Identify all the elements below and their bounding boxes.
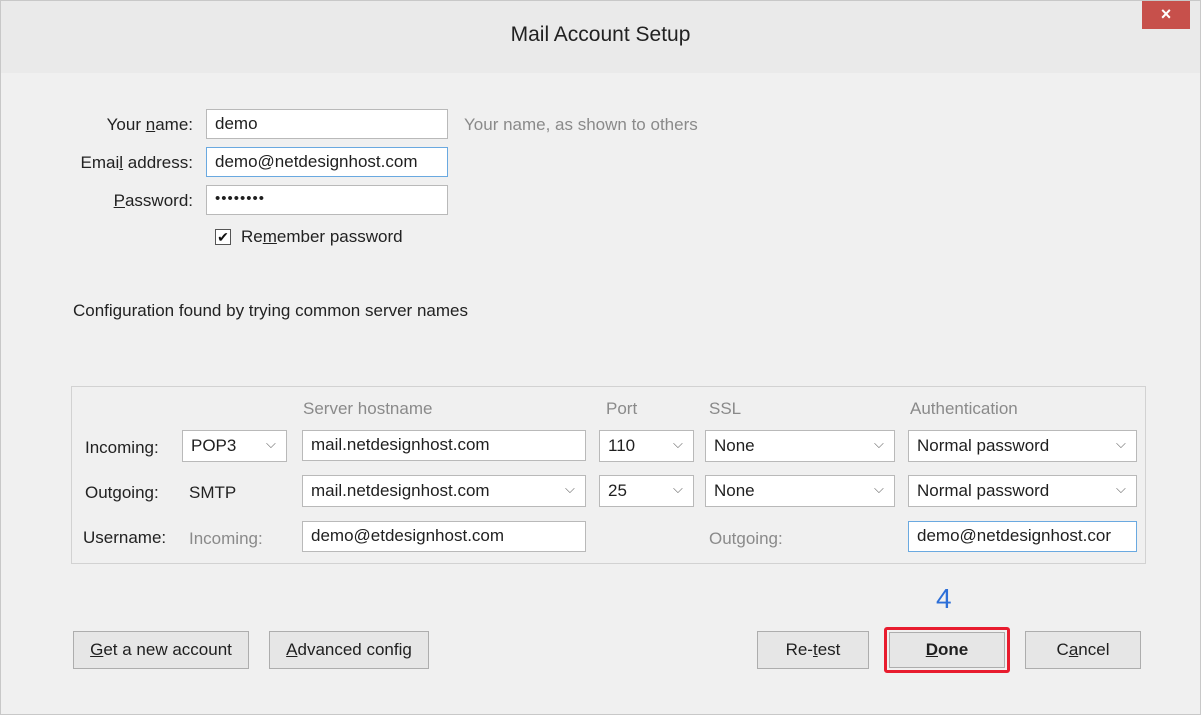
outgoing-label: Outgoing: xyxy=(85,483,159,502)
outgoing-hostname-select[interactable]: mail.netdesignhost.com ⌵ xyxy=(302,475,586,507)
title-bar: Mail Account Setup × xyxy=(1,1,1200,73)
username-outgoing-label: Outgoing: xyxy=(709,529,783,548)
mail-account-setup-dialog: Mail Account Setup × Your name: demo You… xyxy=(0,0,1201,715)
your-name-hint: Your name, as shown to others xyxy=(464,115,698,134)
chevron-down-icon: ⌵ xyxy=(874,436,884,451)
header-ssl: SSL xyxy=(709,399,742,418)
chevron-down-icon: ⌵ xyxy=(874,481,884,496)
incoming-port-value: 110 xyxy=(608,436,636,455)
incoming-protocol-value: POP3 xyxy=(191,436,237,455)
incoming-port-select[interactable]: 110 ⌵ xyxy=(599,430,694,462)
checkmark-icon: ✔ xyxy=(217,229,229,245)
incoming-hostname-input[interactable]: mail.netdesignhost.com xyxy=(302,430,586,461)
incoming-ssl-select[interactable]: None ⌵ xyxy=(705,430,895,462)
outgoing-port-value: 25 xyxy=(608,481,627,500)
chevron-down-icon: ⌵ xyxy=(565,481,575,496)
outgoing-ssl-select[interactable]: None ⌵ xyxy=(705,475,895,507)
header-authentication: Authentication xyxy=(910,399,1018,418)
chevron-down-icon: ⌵ xyxy=(673,481,683,496)
remember-password-label: Remember password xyxy=(241,227,403,246)
incoming-auth-value: Normal password xyxy=(917,436,1050,455)
step-number-annotation: 4 xyxy=(936,583,952,614)
close-button[interactable]: × xyxy=(1142,1,1190,29)
incoming-protocol-select[interactable]: POP3 ⌵ xyxy=(182,430,287,462)
chevron-down-icon: ⌵ xyxy=(1116,481,1126,496)
done-button[interactable]: Done xyxy=(889,632,1005,668)
email-label: Email address: xyxy=(80,153,193,172)
incoming-auth-select[interactable]: Normal password ⌵ xyxy=(908,430,1137,462)
get-new-account-button[interactable]: Get a new account xyxy=(73,631,249,669)
incoming-ssl-value: None xyxy=(714,436,755,455)
outgoing-port-select[interactable]: 25 ⌵ xyxy=(599,475,694,507)
remember-password-checkbox[interactable]: ✔ xyxy=(215,229,231,245)
your-name-label: Your name: xyxy=(106,115,193,134)
close-icon: × xyxy=(1160,4,1172,24)
outgoing-protocol: SMTP xyxy=(189,483,237,502)
outgoing-hostname-value: mail.netdesignhost.com xyxy=(311,481,490,500)
header-server-hostname: Server hostname xyxy=(303,399,433,418)
outgoing-username-input[interactable]: demo@netdesignhost.cor xyxy=(908,521,1137,552)
password-input[interactable]: •••••••• xyxy=(206,185,448,215)
cancel-button[interactable]: Cancel xyxy=(1025,631,1141,669)
dialog-body: Your name: demo Your name, as shown to o… xyxy=(19,73,1182,698)
chevron-down-icon: ⌵ xyxy=(266,436,276,451)
password-label: Password: xyxy=(113,191,193,210)
incoming-label: Incoming: xyxy=(85,438,159,457)
status-message: Configuration found by trying common ser… xyxy=(73,301,468,320)
outgoing-auth-select[interactable]: Normal password ⌵ xyxy=(908,475,1137,507)
username-label: Username: xyxy=(83,528,167,547)
your-name-input[interactable]: demo xyxy=(206,109,448,139)
window-title: Mail Account Setup xyxy=(510,23,691,46)
header-port: Port xyxy=(606,399,638,418)
retest-button[interactable]: Re-test xyxy=(757,631,869,669)
email-input[interactable]: demo@netdesignhost.com xyxy=(206,147,448,177)
outgoing-auth-value: Normal password xyxy=(917,481,1050,500)
username-incoming-label: Incoming: xyxy=(189,529,263,548)
chevron-down-icon: ⌵ xyxy=(1116,436,1126,451)
advanced-config-button[interactable]: Advanced config xyxy=(269,631,429,669)
chevron-down-icon: ⌵ xyxy=(673,436,683,451)
incoming-username-input[interactable]: demo@etdesignhost.com xyxy=(302,521,586,552)
outgoing-ssl-value: None xyxy=(714,481,755,500)
